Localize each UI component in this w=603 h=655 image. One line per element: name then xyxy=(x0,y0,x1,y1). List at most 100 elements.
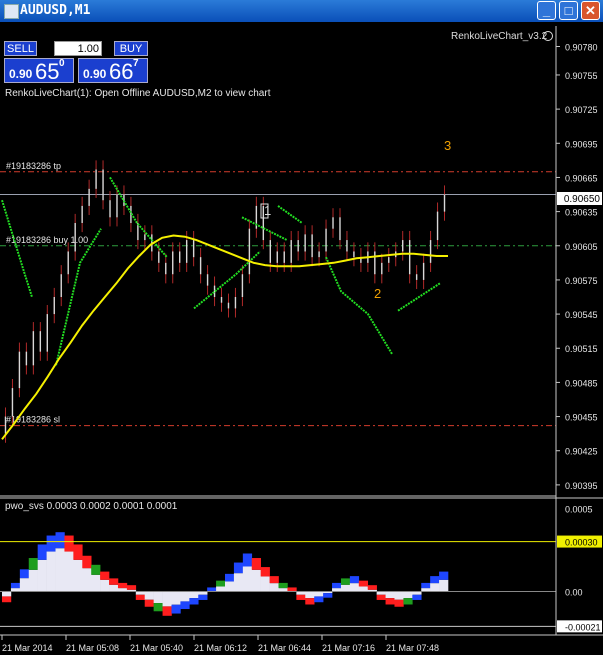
lot-size-input[interactable] xyxy=(54,41,102,56)
histogram-cap xyxy=(403,598,413,605)
histogram-cap xyxy=(37,544,47,560)
histogram-bar xyxy=(19,578,30,592)
one-click-trading-panel: SELL BUY 0.90 65 0 0.90 66 7 xyxy=(4,41,148,84)
sell-quote-fraction: 0 xyxy=(59,58,65,69)
time-tick-label: 21 Mar 05:08 xyxy=(66,643,119,653)
histogram-cap xyxy=(305,598,315,605)
histogram-cap xyxy=(269,576,279,584)
price-tick-label: 0.90695 xyxy=(565,139,598,149)
histogram-cap xyxy=(153,603,163,612)
histogram-cap xyxy=(10,582,21,589)
histogram-bar xyxy=(109,584,119,592)
histogram-cap xyxy=(28,558,38,570)
histogram-cap xyxy=(332,582,342,589)
histogram-cap xyxy=(100,571,110,580)
histogram-cap xyxy=(287,587,297,592)
histogram-cap xyxy=(412,594,422,600)
buy-quote[interactable]: 0.90 66 7 xyxy=(78,58,148,84)
subwindow-axis-label: 0.00 xyxy=(565,587,583,597)
histogram-cap xyxy=(225,573,235,582)
time-tick-label: 21 Mar 2014 xyxy=(2,643,53,653)
histogram-cap xyxy=(385,598,395,605)
histogram-bar xyxy=(64,551,74,592)
chart-window-icon xyxy=(4,4,19,19)
histogram-cap xyxy=(233,562,244,574)
histogram-cap xyxy=(19,569,30,579)
price-tick-label: 0.90545 xyxy=(565,310,598,320)
histogram-cap xyxy=(144,599,154,607)
histogram-cap xyxy=(367,585,377,590)
histogram-bar xyxy=(349,583,360,592)
sell-button[interactable]: SELL xyxy=(4,41,37,56)
sell-quote[interactable]: 0.90 65 0 xyxy=(4,58,74,84)
subwindow-axis-label: 0.00030 xyxy=(565,538,598,548)
price-tick-label: 0.90575 xyxy=(565,276,598,286)
histogram-cap xyxy=(189,598,199,605)
histogram-bar xyxy=(46,551,56,592)
price-tick-label: 0.90515 xyxy=(565,344,598,354)
time-tick-label: 21 Mar 05:40 xyxy=(130,643,183,653)
price-tick-label: 0.90780 xyxy=(565,42,598,52)
histogram-cap xyxy=(323,593,333,598)
histogram-bar xyxy=(225,581,235,592)
histogram-bar xyxy=(144,591,154,600)
wave-label-3: 3 xyxy=(444,138,451,153)
title-bar[interactable]: AUDUSD,M1 _ □ ✕ xyxy=(0,0,603,22)
histogram-cap xyxy=(376,594,386,600)
histogram-bar xyxy=(233,573,244,592)
histogram-bar xyxy=(216,586,226,592)
price-tick-label: 0.90485 xyxy=(565,378,598,388)
histogram-bar xyxy=(439,579,449,592)
histogram-bar xyxy=(269,583,279,592)
histogram-bar xyxy=(2,591,12,597)
histogram-bar xyxy=(153,591,163,604)
sell-quote-pips: 65 xyxy=(35,59,60,84)
histogram-cap xyxy=(207,587,217,592)
price-tick-label: 0.90395 xyxy=(565,481,598,491)
histogram-cap xyxy=(55,532,65,549)
histogram-cap xyxy=(314,596,324,603)
histogram-cap xyxy=(64,535,74,552)
window-title: AUDUSD,M1 xyxy=(20,3,91,18)
histogram-cap xyxy=(162,606,172,616)
histogram-bar xyxy=(180,591,190,602)
price-tick-label: 0.90635 xyxy=(565,208,598,218)
price-tick-label: 0.90455 xyxy=(565,413,598,423)
histogram-cap xyxy=(91,564,101,575)
histogram-bar xyxy=(358,586,369,592)
histogram-cap xyxy=(117,582,128,589)
histogram-bar xyxy=(162,591,172,607)
histogram-cap xyxy=(242,553,253,567)
minimize-button[interactable]: _ xyxy=(537,1,556,20)
histogram-cap xyxy=(340,578,351,585)
histogram-bar xyxy=(340,584,351,592)
histogram-cap xyxy=(109,578,119,585)
histogram-cap xyxy=(394,599,404,607)
close-icon: ✕ xyxy=(585,3,596,18)
histogram-cap xyxy=(296,594,306,600)
histogram-bar xyxy=(189,591,199,599)
buy-button[interactable]: BUY xyxy=(114,41,148,56)
close-button[interactable]: ✕ xyxy=(581,1,600,20)
time-tick-label: 21 Mar 07:48 xyxy=(386,643,439,653)
histogram-bar xyxy=(260,576,270,592)
histogram-cap xyxy=(135,594,146,600)
histogram-cap xyxy=(180,601,190,610)
histogram-bar xyxy=(251,569,261,592)
subwindow-axis-label: -0.00021 xyxy=(565,622,601,632)
histogram-cap xyxy=(439,571,449,580)
histogram-bar xyxy=(385,591,395,599)
histogram-bar xyxy=(73,559,83,592)
renko-indicator-label: RenkoLiveChart_v3.2 xyxy=(451,31,548,42)
chart-area[interactable]: #19183286 tp#19183286 buy 1.00#19183286 … xyxy=(0,22,603,655)
histogram-cap xyxy=(251,558,261,570)
histogram-bar xyxy=(171,591,181,605)
histogram-bar xyxy=(82,568,92,592)
histogram-bar xyxy=(314,591,324,597)
histogram-cap xyxy=(349,576,360,584)
sell-quote-prefix: 0.90 xyxy=(9,67,33,81)
subwindow-indicator-label: pwo_svs 0.0003 0.0002 0.0001 0.0001 xyxy=(5,501,178,512)
maximize-button[interactable]: □ xyxy=(559,1,578,20)
histogram-cap xyxy=(46,535,56,552)
buy-quote-prefix: 0.90 xyxy=(83,67,107,81)
